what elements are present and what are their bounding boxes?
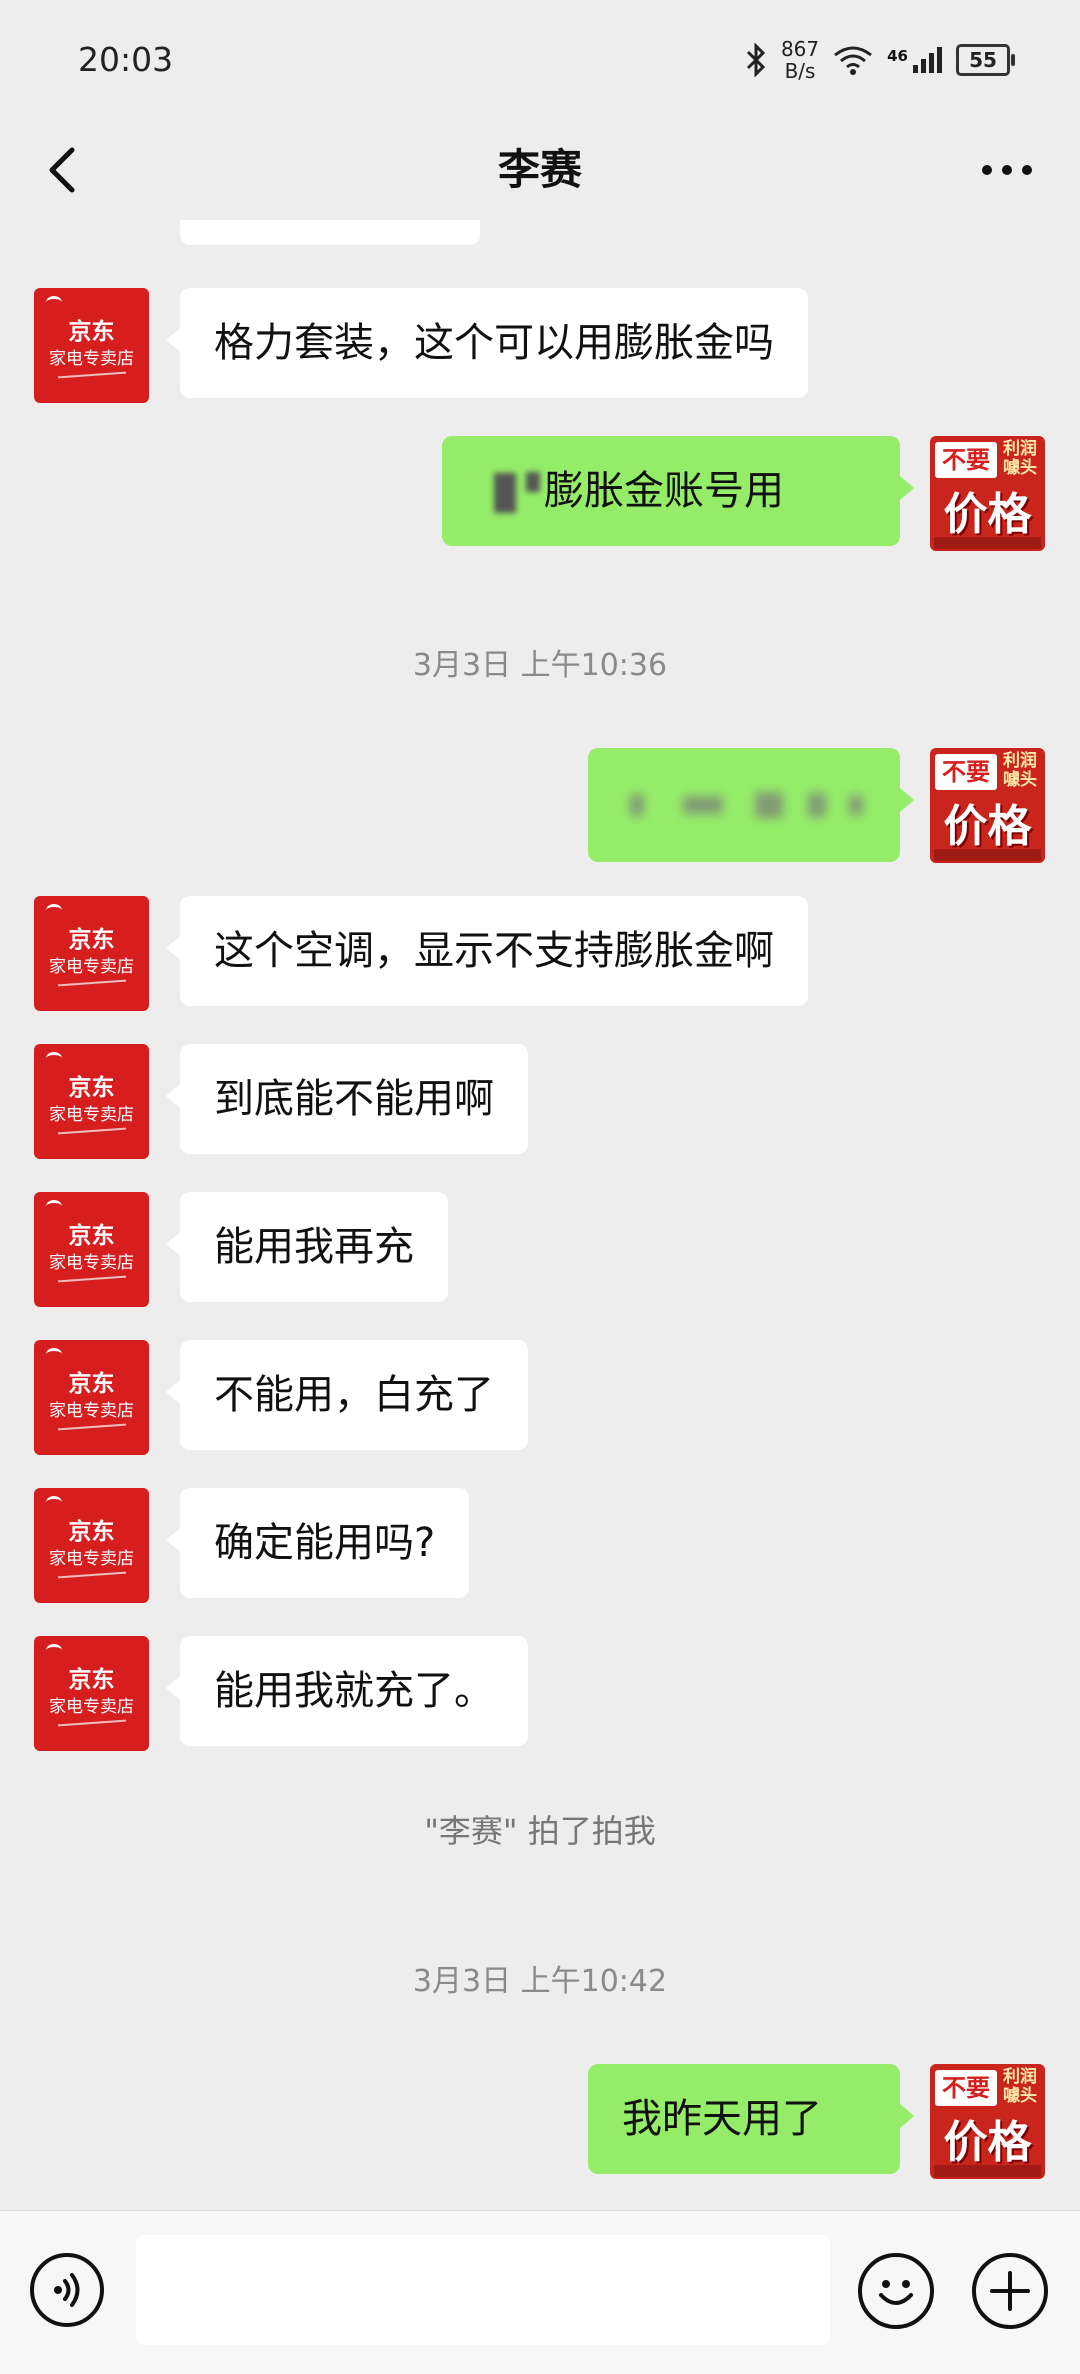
chat-title: 李赛 xyxy=(497,145,582,194)
wifi-icon xyxy=(834,46,873,75)
voice-button[interactable] xyxy=(30,2253,104,2327)
avatar[interactable]: 京东 家电专卖店 xyxy=(34,1488,149,1603)
system-message: "李赛" 拍了拍我 xyxy=(424,1812,656,1850)
avatar[interactable]: 京东 家电专卖店 xyxy=(34,1044,149,1159)
message-bubble[interactable]: 膨胀金账号用 xyxy=(442,436,914,546)
timestamp: 3月3日 上午10:42 xyxy=(412,1964,668,1999)
net-speed: 867 B/s xyxy=(780,37,820,83)
more-actions-button[interactable] xyxy=(972,2253,1048,2329)
timestamp: 3月3日 上午10:36 xyxy=(412,648,668,683)
status-bar: 20:03 867 B/s 46 55 xyxy=(0,0,1080,120)
battery-indicator: 55 xyxy=(956,44,1015,76)
more-button[interactable] xyxy=(972,140,1042,200)
message-bubble-partial xyxy=(180,220,480,245)
avatar-me[interactable]: 不要 利润 噱头 价格 xyxy=(930,748,1045,863)
message-list[interactable]: 京东 家电专卖店 格力套装，这个可以用膨胀金吗 膨胀金账号用 不要 利润 噱头 … xyxy=(0,220,1080,2210)
message-bubble[interactable]: 能用我就充了。 xyxy=(166,1636,528,1746)
plus-icon xyxy=(990,2271,1030,2311)
avatar[interactable]: 京东 家电专卖店 xyxy=(34,1636,149,1751)
input-bar xyxy=(0,2210,1080,2374)
avatar[interactable]: 京东 家电专卖店 xyxy=(34,1192,149,1307)
bluetooth-icon xyxy=(746,43,766,77)
avatar[interactable]: 京东 家电专卖店 xyxy=(34,288,149,403)
status-time: 20:03 xyxy=(78,40,174,79)
cell-signal-icon: 46 xyxy=(887,47,942,73)
redacted-text xyxy=(630,794,644,816)
message-bubble[interactable] xyxy=(588,748,914,862)
message-bubble[interactable]: 我昨天用了 xyxy=(588,2064,914,2174)
message-bubble[interactable]: 不能用，白充了 xyxy=(166,1340,528,1450)
status-icons: 867 B/s 46 55 xyxy=(745,30,1015,90)
emoji-button[interactable] xyxy=(858,2253,934,2329)
message-bubble[interactable]: 确定能用吗? xyxy=(165,1488,470,1598)
redacted-text xyxy=(494,473,516,513)
avatar-me[interactable]: 不要 利润 噱头 价格 xyxy=(930,2064,1045,2179)
message-bubble[interactable]: 这个空调，显示不支持膨胀金啊 xyxy=(166,896,808,1006)
message-input[interactable] xyxy=(136,2235,830,2345)
voice-icon xyxy=(54,2273,80,2307)
message-bubble[interactable]: 到底能不能用啊 xyxy=(166,1044,528,1154)
emoji-icon xyxy=(879,2280,913,2305)
avatar-me[interactable]: 不要 利润 噱头 价格 xyxy=(930,436,1045,551)
chat-header: 李赛 xyxy=(0,120,1080,220)
message-bubble[interactable]: 能用我再充 xyxy=(166,1192,448,1302)
avatar[interactable]: 京东 家电专卖店 xyxy=(34,896,149,1011)
avatar[interactable]: 京东 家电专卖店 xyxy=(34,1340,149,1455)
message-bubble[interactable]: 格力套装，这个可以用膨胀金吗 xyxy=(166,288,808,398)
more-dots-icon xyxy=(982,165,1032,175)
